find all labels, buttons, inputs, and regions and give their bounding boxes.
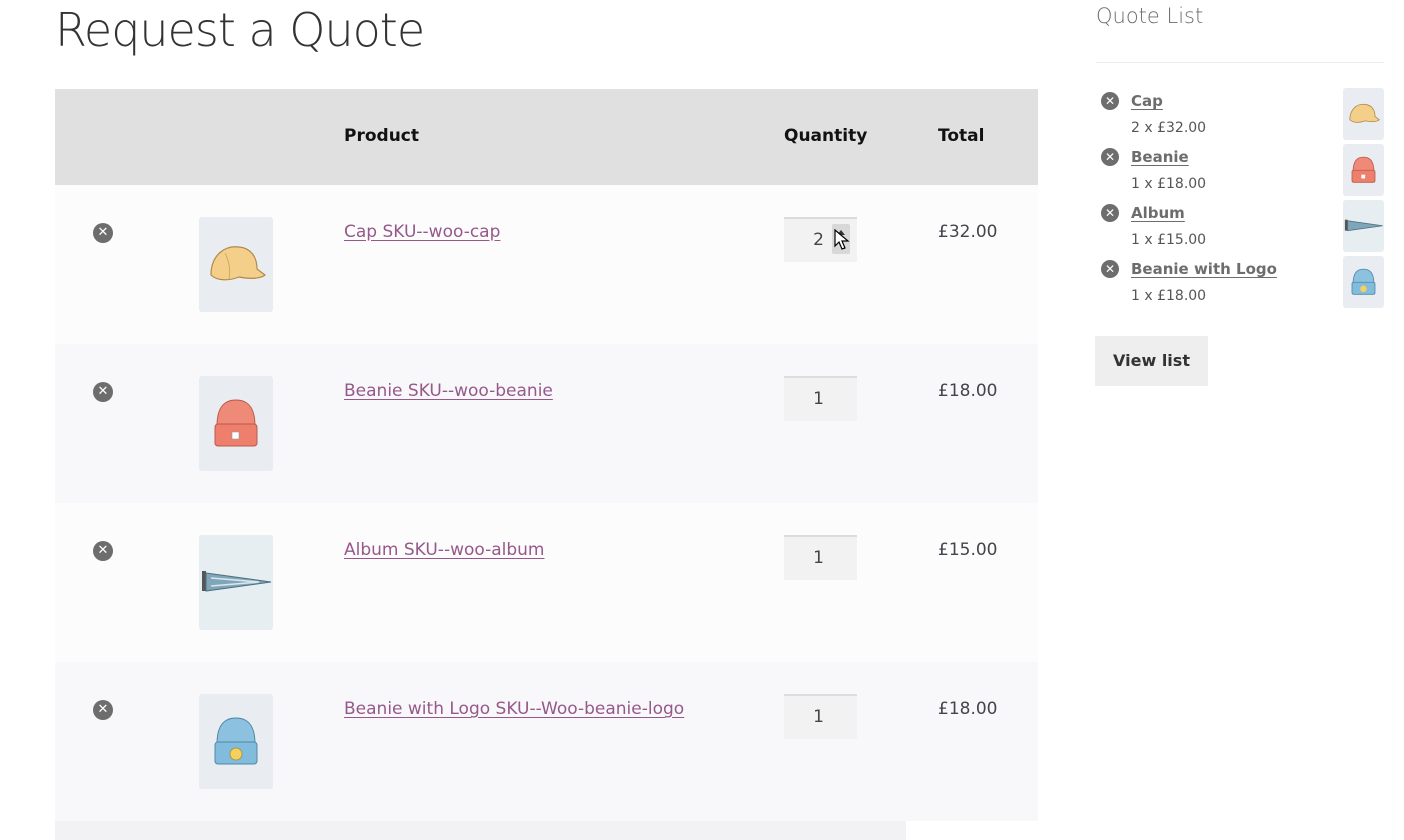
quantity-stepper[interactable]: 1 xyxy=(784,376,857,421)
line-total: £18.00 xyxy=(938,699,998,719)
widget-product-link[interactable]: Beanie with Logo xyxy=(1131,260,1277,278)
beanie-logo-icon xyxy=(214,717,258,765)
table-footer xyxy=(55,821,906,840)
quote-table: Product Quantity Total ✕ Cap SKU--woo-ca… xyxy=(55,89,1038,821)
line-total: £32.00 xyxy=(938,222,998,242)
widget-thumbnail[interactable] xyxy=(1343,144,1384,196)
header-product: Product xyxy=(344,126,419,146)
quantity-stepper[interactable]: 2 xyxy=(784,217,857,262)
widget-item-qty: 1 x £15.00 xyxy=(1131,232,1207,248)
cap-icon xyxy=(1349,103,1380,123)
product-thumbnail[interactable] xyxy=(199,376,273,471)
quantity-stepper[interactable]: 1 xyxy=(784,535,857,580)
table-row: ✕ Beanie SKU--woo-beanie 1 £18.00 xyxy=(55,344,1038,503)
product-thumbnail[interactable] xyxy=(199,535,273,630)
quantity-stepper[interactable]: 1 xyxy=(784,694,857,739)
beanie-icon xyxy=(214,399,258,447)
remove-item-icon[interactable]: ✕ xyxy=(93,223,113,243)
quantity-value: 2 xyxy=(813,230,824,250)
product-link[interactable]: Cap SKU--woo-cap xyxy=(344,222,500,242)
list-item: ✕ Album 1 x £15.00 xyxy=(1096,200,1384,256)
quantity-value: 1 xyxy=(813,548,824,568)
widget-divider xyxy=(1096,62,1384,63)
table-row: ✕ Beanie with Logo SKU--Woo-beanie-logo … xyxy=(55,662,1038,821)
quantity-value: 1 xyxy=(813,389,824,409)
list-item: ✕ Cap 2 x £32.00 xyxy=(1096,88,1384,144)
product-link[interactable]: Beanie SKU--woo-beanie xyxy=(344,381,553,401)
pennant-icon xyxy=(1344,219,1383,232)
widget-product-link[interactable]: Beanie xyxy=(1131,148,1189,166)
remove-item-icon[interactable]: ✕ xyxy=(1101,148,1119,166)
view-list-button[interactable]: View list xyxy=(1095,336,1208,386)
widget-product-link[interactable]: Album xyxy=(1131,204,1185,222)
beanie-icon xyxy=(1351,156,1376,183)
line-total: £18.00 xyxy=(938,381,998,401)
widget-thumbnail[interactable] xyxy=(1343,200,1384,252)
cap-icon xyxy=(210,246,266,281)
widget-product-link[interactable]: Cap xyxy=(1131,92,1163,110)
list-item: ✕ Beanie 1 x £18.00 xyxy=(1096,144,1384,200)
list-item: ✕ Beanie with Logo 1 x £18.00 xyxy=(1096,256,1384,312)
remove-item-icon[interactable]: ✕ xyxy=(93,382,113,402)
line-total: £15.00 xyxy=(938,540,998,560)
header-quantity: Quantity xyxy=(784,126,868,146)
widget-thumbnail[interactable] xyxy=(1343,88,1384,140)
table-row: ✕ Album SKU--woo-album 1 £15.00 xyxy=(55,503,1038,662)
widget-thumbnail[interactable] xyxy=(1343,256,1384,308)
page-title: Request a Quote xyxy=(55,3,425,57)
widget-title: Quote List xyxy=(1096,4,1204,28)
pennant-icon xyxy=(202,571,272,592)
remove-item-icon[interactable]: ✕ xyxy=(1101,204,1119,222)
table-row: ✕ Cap SKU--woo-cap 2 £32.00 xyxy=(55,185,1038,344)
remove-item-icon[interactable]: ✕ xyxy=(93,700,113,720)
product-link[interactable]: Album SKU--woo-album xyxy=(344,540,545,560)
widget-item-qty: 1 x £18.00 xyxy=(1131,288,1207,304)
product-link[interactable]: Beanie with Logo SKU--Woo-beanie-logo xyxy=(344,699,684,719)
remove-item-icon[interactable]: ✕ xyxy=(1101,92,1119,110)
product-thumbnail[interactable] xyxy=(199,217,273,312)
widget-item-qty: 1 x £18.00 xyxy=(1131,176,1207,192)
table-header: Product Quantity Total xyxy=(55,89,1038,185)
product-thumbnail[interactable] xyxy=(199,694,273,789)
beanie-logo-icon xyxy=(1351,268,1376,295)
remove-item-icon[interactable]: ✕ xyxy=(1101,260,1119,278)
quantity-value: 1 xyxy=(813,707,824,727)
remove-item-icon[interactable]: ✕ xyxy=(93,541,113,561)
mouse-cursor-icon xyxy=(834,229,850,250)
header-total: Total xyxy=(938,126,985,146)
widget-item-qty: 2 x £32.00 xyxy=(1131,120,1207,136)
